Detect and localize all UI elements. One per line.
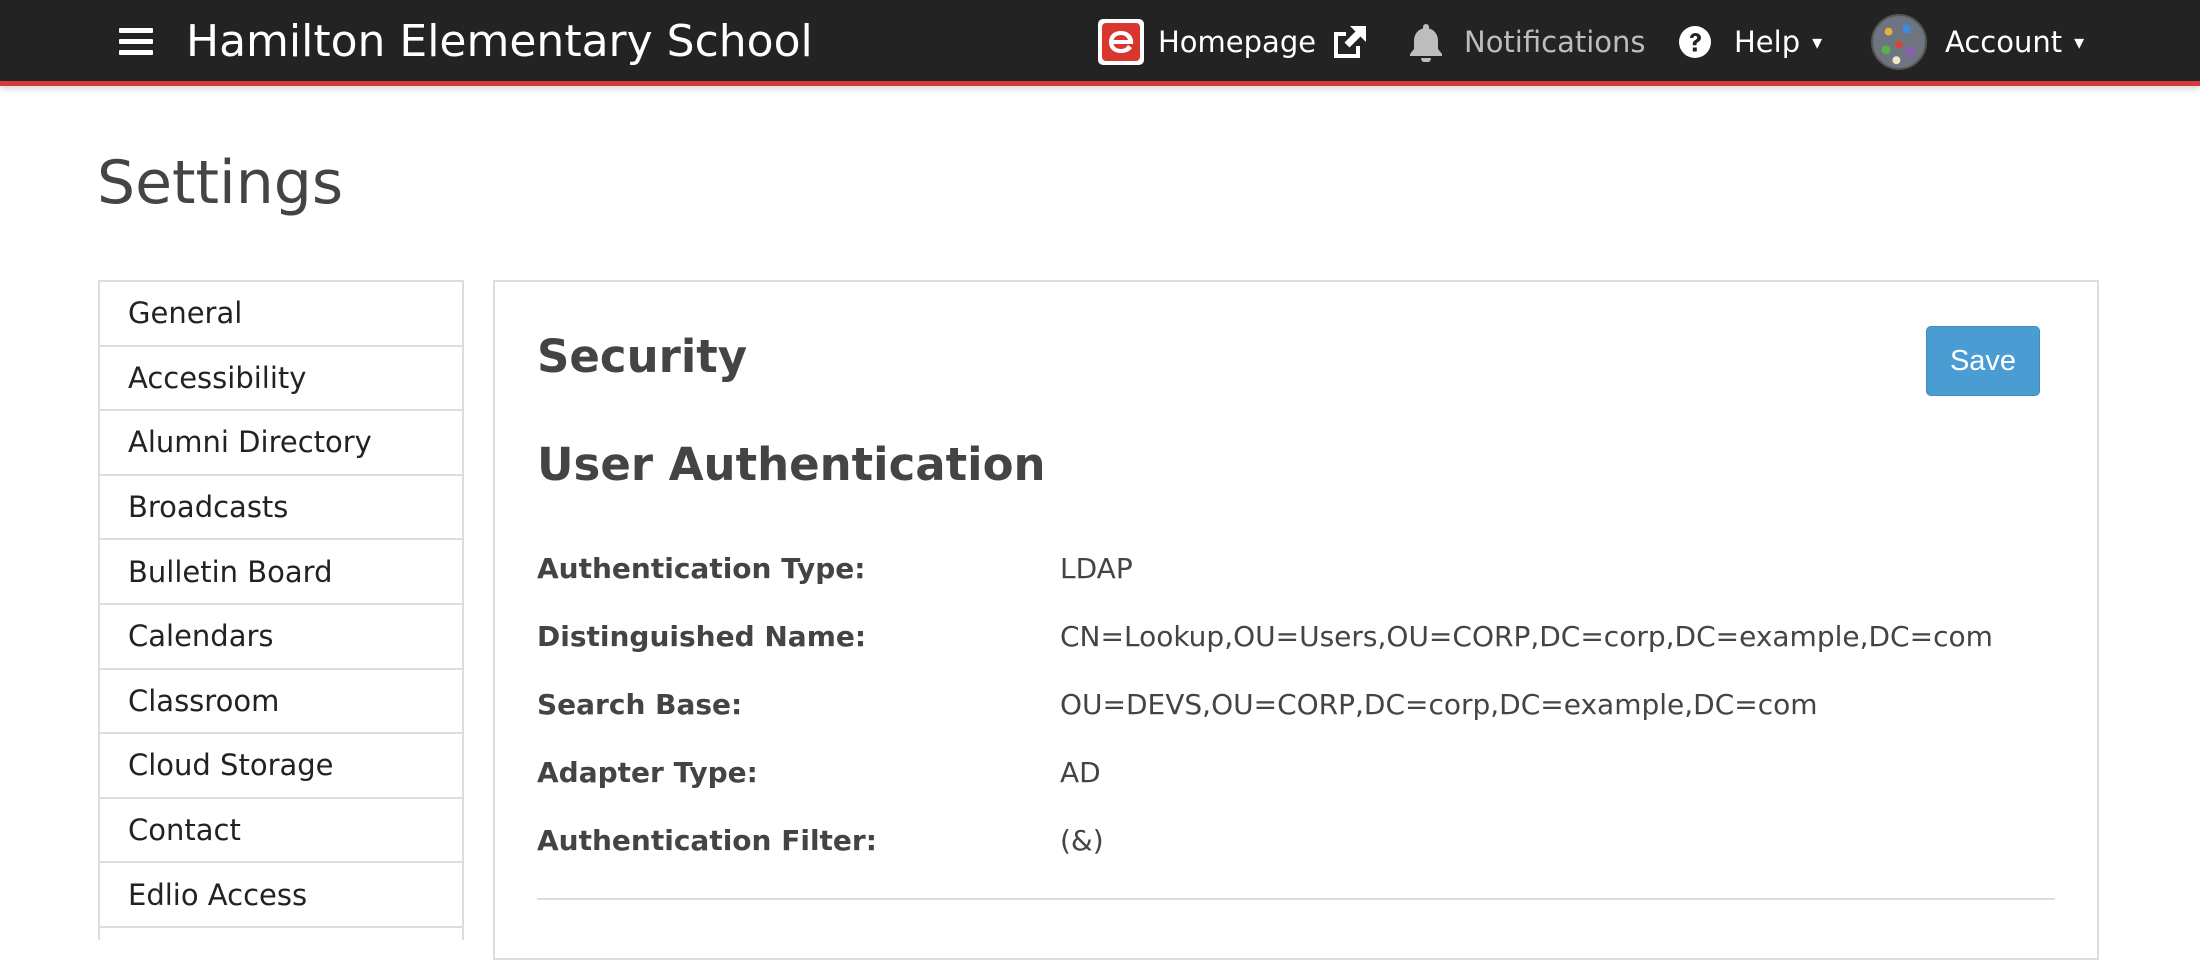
hamburger-menu-icon[interactable]	[119, 28, 153, 56]
avatar	[1871, 14, 1927, 70]
section-title: User Authentication	[537, 438, 1046, 491]
security-panel: Security Save User Authentication Authen…	[493, 280, 2099, 960]
account-menu[interactable]: Account ▾	[1871, 14, 2084, 70]
field-label: Authentication Type:	[537, 551, 866, 585]
sidebar-item-classroom[interactable]: Classroom	[100, 670, 462, 735]
account-label: Account	[1945, 25, 2063, 59]
sidebar-item-bulletin-board[interactable]: Bulletin Board	[100, 540, 462, 605]
sidebar-item-broadcasts[interactable]: Broadcasts	[100, 476, 462, 541]
field-label: Search Base:	[537, 687, 743, 721]
edlio-e-logo-icon	[1098, 19, 1144, 65]
sidebar-item-calendars[interactable]: Calendars	[100, 605, 462, 670]
sidebar-item-edlio-access[interactable]: Edlio Access	[100, 863, 462, 928]
field-label: Authentication Filter:	[537, 823, 877, 857]
sidebar-item-alumni-directory[interactable]: Alumni Directory	[100, 411, 462, 476]
field-label: Adapter Type:	[537, 755, 758, 789]
field-row-authentication-filter: Authentication Filter: (&)	[537, 820, 1104, 860]
homepage-label: Homepage	[1158, 25, 1317, 59]
sidebar-item-accessibility[interactable]: Accessibility	[100, 347, 462, 412]
field-row-authentication-type: Authentication Type: LDAP	[537, 548, 1133, 588]
chevron-down-icon: ▾	[1812, 30, 1823, 54]
field-label: Distinguished Name:	[537, 619, 867, 653]
chevron-down-icon: ▾	[2074, 30, 2085, 54]
sidebar-item-general[interactable]: General	[100, 282, 462, 347]
field-row-adapter-type: Adapter Type: AD	[537, 752, 1101, 792]
field-row-distinguished-name: Distinguished Name: CN=Lookup,OU=Users,O…	[537, 616, 1993, 656]
field-value: OU=DEVS,OU=CORP,DC=corp,DC=example,DC=co…	[1060, 687, 1818, 721]
external-link-icon	[1330, 24, 1368, 60]
section-divider	[537, 898, 2055, 900]
page-title: Settings	[97, 148, 344, 218]
help-label: Help	[1734, 25, 1801, 59]
question-circle-icon	[1678, 25, 1712, 59]
help-menu[interactable]: Help ▾	[1678, 14, 1822, 70]
panel-title: Security	[537, 330, 748, 383]
top-navbar: Hamilton Elementary School Homepage Noti…	[0, 0, 2200, 86]
notifications-label: Notifications	[1464, 25, 1646, 59]
settings-sidebar: General Accessibility Alumni Directory B…	[98, 280, 464, 940]
sidebar-item-contact[interactable]: Contact	[100, 799, 462, 864]
field-value: (&)	[1060, 823, 1104, 857]
field-value: LDAP	[1060, 551, 1133, 585]
sidebar-item-cloud-storage[interactable]: Cloud Storage	[100, 734, 462, 799]
site-title[interactable]: Hamilton Elementary School	[186, 14, 813, 70]
homepage-link[interactable]: Homepage	[1098, 14, 1368, 70]
save-button[interactable]: Save	[1926, 326, 2040, 396]
field-value: AD	[1060, 755, 1101, 789]
field-row-search-base: Search Base: OU=DEVS,OU=CORP,DC=corp,DC=…	[537, 684, 1818, 724]
bell-icon	[1408, 22, 1444, 62]
field-value: CN=Lookup,OU=Users,OU=CORP,DC=corp,DC=ex…	[1060, 619, 1993, 653]
notifications-link[interactable]: Notifications	[1408, 14, 1646, 70]
